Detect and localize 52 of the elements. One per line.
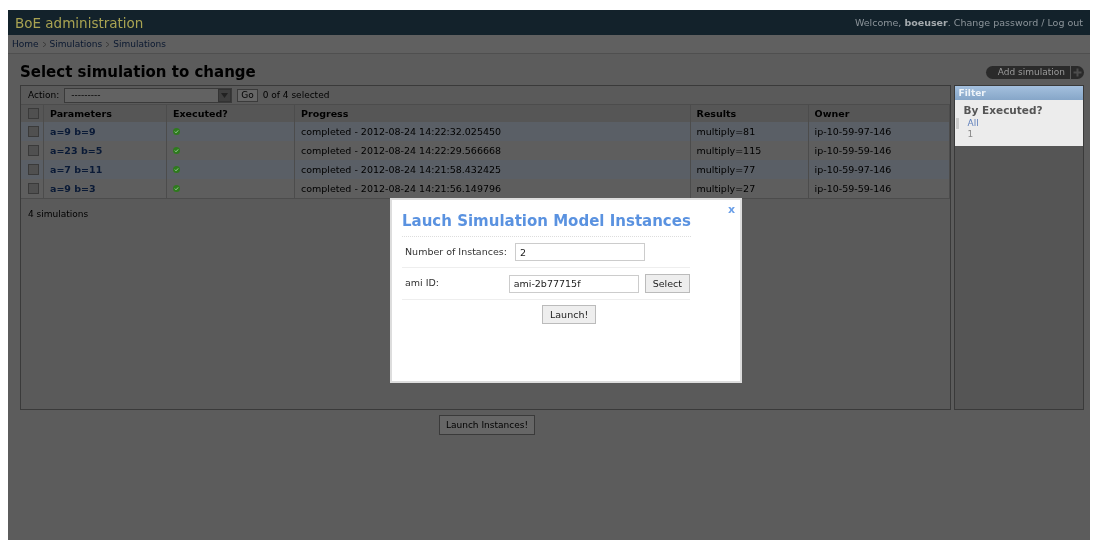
row-checkbox[interactable] xyxy=(28,183,39,194)
breadcrumb-separator-icon xyxy=(106,41,110,47)
table-cell: multiply=27 xyxy=(690,179,809,198)
row-checkbox[interactable] xyxy=(28,126,39,137)
launch-button[interactable]: Launch! xyxy=(542,305,597,324)
table-cell: completed - 2012-08-24 14:22:32.025450 xyxy=(294,122,691,141)
launch-instances-button[interactable]: Launch Instances! xyxy=(439,415,535,435)
add-button[interactable]: Add simulation xyxy=(985,65,1084,79)
dialog-title: Lauch Simulation Model Instances xyxy=(402,208,691,237)
filter-option[interactable]: 1 xyxy=(955,129,1083,140)
table-cell: multiply=81 xyxy=(690,122,809,141)
table-cell: ip-10-59-59-146 xyxy=(808,141,950,160)
select-all-checkbox[interactable] xyxy=(28,108,39,119)
header-link[interactable]: Change password xyxy=(953,17,1039,28)
table-cell: multiply=115 xyxy=(690,141,809,160)
filter-title: Filter xyxy=(954,86,1083,100)
close-button[interactable]: x xyxy=(727,203,735,216)
site-title: BoE administration xyxy=(15,14,144,31)
table-cell: ip-10-59-97-146 xyxy=(808,122,950,141)
table-cell: multiply=77 xyxy=(690,160,809,179)
dropdown-arrow-icon xyxy=(221,92,229,98)
header-link[interactable]: Log out xyxy=(1047,17,1083,28)
row-checkbox[interactable] xyxy=(28,164,39,175)
row-checkbox[interactable] xyxy=(28,145,39,156)
breadcrumb-link[interactable]: Simulations xyxy=(49,39,103,49)
input-field[interactable]: ami-2b77715f xyxy=(508,274,639,293)
go-button[interactable]: Go xyxy=(237,88,258,102)
table-cell: completed - 2012-08-24 14:22:29.566668 xyxy=(294,141,691,160)
welcome-text: Welcome, boeuser. xyxy=(854,17,951,28)
select-button[interactable]: Select xyxy=(644,274,690,293)
breadcrumb-link[interactable]: Home xyxy=(12,39,39,49)
table-cell: completed - 2012-08-24 14:21:56.149796 xyxy=(294,179,691,198)
column-header[interactable]: Owner xyxy=(808,105,950,122)
breadcrumb-current: Simulations xyxy=(113,39,166,49)
field-label: Number of Instances: xyxy=(405,245,508,257)
column-header[interactable]: Executed? xyxy=(166,105,295,122)
filter-option[interactable]: All xyxy=(955,118,1083,129)
breadcrumb-separator-icon xyxy=(42,41,46,47)
table-cell: completed - 2012-08-24 14:21:58.432425 xyxy=(294,160,691,179)
action-dropdown[interactable]: --------- xyxy=(64,87,233,103)
input-field[interactable]: 2 xyxy=(515,243,645,261)
table-cell: ip-10-59-97-146 xyxy=(808,160,950,179)
action-label: Action: xyxy=(28,90,60,100)
separator-text: / xyxy=(1041,17,1045,28)
column-header[interactable]: Progress xyxy=(294,105,691,122)
field-label: ami ID: xyxy=(405,276,441,288)
column-header[interactable]: Parameters xyxy=(43,105,167,122)
page-title: Select simulation to change xyxy=(20,63,256,81)
selection-count: 0 of 4 selected xyxy=(262,90,330,100)
column-header[interactable]: Results xyxy=(690,105,809,122)
table-cell: ip-10-59-59-146 xyxy=(808,179,950,198)
filter-heading: By Executed? xyxy=(962,103,1044,118)
